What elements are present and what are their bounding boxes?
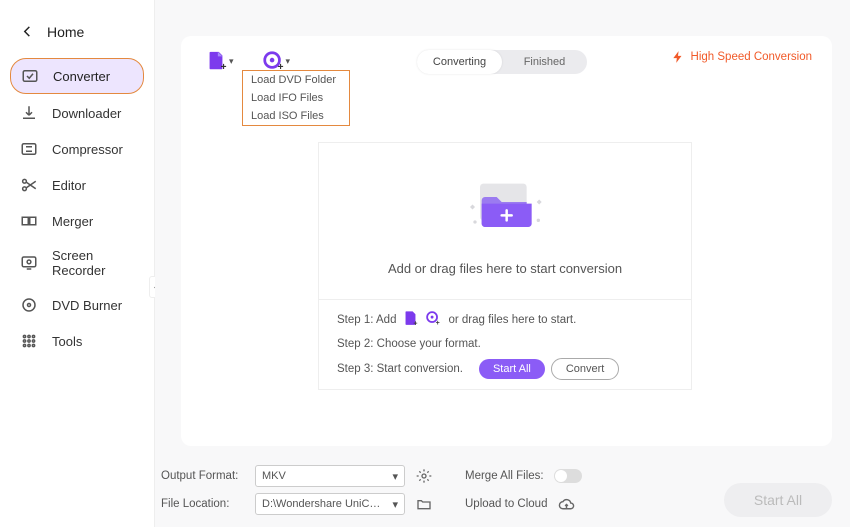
sidebar-item-label: Downloader	[52, 106, 121, 121]
sidebar-item-dvd-burner[interactable]: DVD Burner	[10, 288, 144, 322]
converter-icon	[21, 67, 39, 85]
step1-prefix: Step 1: Add	[337, 314, 396, 326]
scissors-icon	[20, 176, 38, 194]
merge-label: Merge All Files:	[465, 470, 544, 482]
step3-text: Step 3: Start conversion.	[337, 363, 463, 375]
dropdown-item-ifo[interactable]: Load IFO Files	[243, 89, 349, 107]
tab-finished[interactable]: Finished	[502, 50, 587, 74]
start-all-main-button[interactable]: Start All	[724, 483, 832, 517]
chevron-down-icon: ▾	[392, 470, 398, 483]
add-disc-mini-icon: +	[425, 310, 442, 330]
hsc-label: High Speed Conversion	[691, 51, 812, 63]
disc-dropdown: Load DVD Folder Load IFO Files Load ISO …	[242, 70, 350, 126]
file-location-label: File Location:	[161, 498, 245, 510]
add-disc-button[interactable]: + ▾	[262, 50, 291, 72]
start-all-button[interactable]: Start All	[479, 359, 545, 379]
sidebar: Home Converter Downloader Compressor Edi…	[0, 0, 155, 527]
file-location-select[interactable]: D:\Wondershare UniConverter 1 ▾	[255, 493, 405, 515]
folder-plus-illustration	[455, 167, 555, 247]
output-format-select[interactable]: MKV ▾	[255, 465, 405, 487]
sidebar-item-label: Screen Recorder	[52, 248, 134, 278]
footer: Output Format: MKV ▾ Merge All Files: Fi…	[161, 465, 832, 521]
sidebar-title: Home	[47, 24, 84, 40]
merge-toggle[interactable]	[554, 469, 582, 483]
output-format-label: Output Format:	[161, 470, 245, 482]
chevron-down-icon: ▾	[229, 56, 234, 67]
drop-zone[interactable]: Add or drag files here to start conversi…	[318, 142, 692, 390]
sidebar-item-label: Compressor	[52, 142, 123, 157]
sidebar-item-label: Editor	[52, 178, 86, 193]
compress-icon	[20, 140, 38, 158]
sidebar-item-tools[interactable]: Tools	[10, 324, 144, 358]
sidebar-item-label: DVD Burner	[52, 298, 122, 313]
sidebar-item-label: Merger	[52, 214, 93, 229]
sidebar-item-editor[interactable]: Editor	[10, 168, 144, 202]
chevron-down-icon: ▾	[286, 56, 291, 67]
sidebar-item-label: Converter	[53, 69, 110, 84]
status-tabs: Converting Finished	[417, 50, 587, 74]
settings-gear-icon[interactable]	[415, 467, 433, 485]
screen-icon	[20, 254, 38, 272]
convert-button[interactable]: Convert	[551, 358, 620, 380]
main-area: + ▾ + ▾ Converting Finished High Speed C…	[155, 0, 850, 527]
step2-text: Step 2: Choose your format.	[337, 338, 481, 350]
sidebar-item-screen-recorder[interactable]: Screen Recorder	[10, 240, 144, 286]
merge-icon	[20, 212, 38, 230]
tab-converting[interactable]: Converting	[417, 50, 502, 74]
dropdown-item-iso[interactable]: Load ISO Files	[243, 107, 349, 125]
converter-card: + ▾ + ▾ Converting Finished High Speed C…	[181, 36, 832, 446]
drop-zone-text: Add or drag files here to start conversi…	[388, 261, 622, 276]
back-button[interactable]	[22, 24, 33, 40]
sidebar-item-label: Tools	[52, 334, 82, 349]
sidebar-item-compressor[interactable]: Compressor	[10, 132, 144, 166]
download-icon	[20, 104, 38, 122]
chevron-down-icon: ▾	[392, 498, 398, 511]
grid-icon	[20, 332, 38, 350]
disc-icon	[20, 296, 38, 314]
sidebar-item-converter[interactable]: Converter	[10, 58, 144, 94]
open-folder-icon[interactable]	[415, 495, 433, 513]
svg-text:+: +	[221, 62, 227, 72]
sidebar-item-merger[interactable]: Merger	[10, 204, 144, 238]
step1-suffix: or drag files here to start.	[448, 314, 576, 326]
dropdown-item-dvd-folder[interactable]: Load DVD Folder	[243, 71, 349, 89]
svg-text:+: +	[436, 319, 440, 327]
add-file-mini-icon: +	[402, 310, 419, 330]
high-speed-conversion[interactable]: High Speed Conversion	[671, 50, 812, 64]
sidebar-item-downloader[interactable]: Downloader	[10, 96, 144, 130]
cloud-upload-icon[interactable]	[557, 495, 575, 513]
cloud-label: Upload to Cloud	[465, 498, 547, 510]
add-file-button[interactable]: + ▾	[205, 50, 234, 72]
svg-text:+: +	[414, 320, 418, 327]
